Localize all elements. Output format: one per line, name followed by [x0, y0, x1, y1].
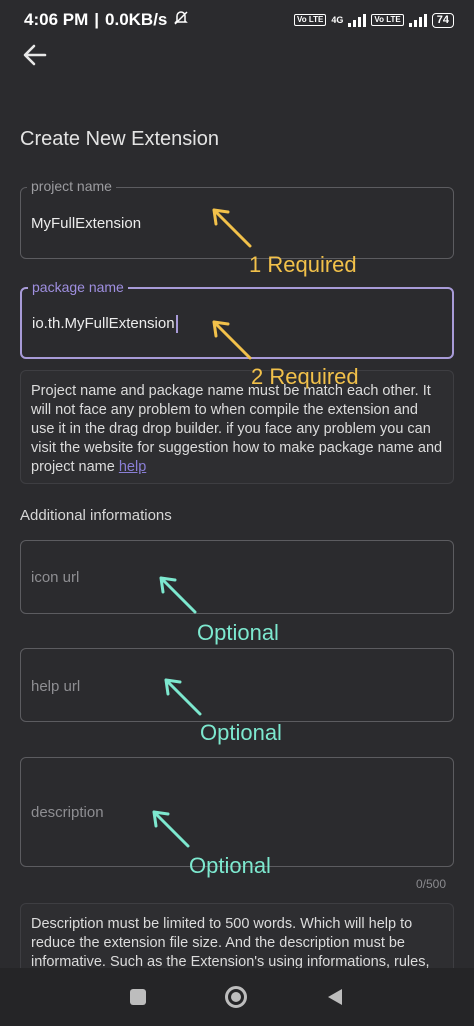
- signal-icon-2: [408, 13, 427, 27]
- annotation-arrow-icon: [212, 320, 252, 360]
- arrow-left-icon: [23, 44, 47, 66]
- status-speed: 0.0KB/s: [105, 10, 168, 29]
- package-name-value: io.th.MyFullExtension: [32, 315, 175, 332]
- page-title: Create New Extension: [20, 128, 219, 150]
- description-info-box: Description must be limited to 500 words…: [20, 903, 454, 969]
- battery-icon: 74: [431, 12, 454, 28]
- annotation-arrow-icon: [164, 678, 202, 716]
- recents-square-icon[interactable]: [129, 989, 146, 1005]
- description-counter: 0/500: [415, 877, 446, 891]
- annotation-arrow-icon: [212, 208, 252, 248]
- additional-info-heading: Additional informations: [20, 507, 172, 524]
- description-placeholder: description: [31, 804, 104, 821]
- package-name-label: package name: [28, 279, 128, 295]
- status-right: Vo LTE 4G Vo LTE 74: [293, 12, 454, 28]
- optional-1-annotation: Optional: [197, 620, 279, 645]
- volte-badge-1: Vo LTE: [293, 14, 327, 26]
- signal-icon: [348, 13, 367, 27]
- package-name-input: io.th.MyFullExtension: [32, 315, 178, 334]
- help-link[interactable]: help: [119, 459, 146, 475]
- home-circle-icon[interactable]: [224, 986, 247, 1008]
- description-field[interactable]: description: [20, 757, 454, 867]
- status-left: 4:06 PM | 0.0KB/s: [24, 10, 189, 31]
- mute-icon: [173, 10, 189, 31]
- optional-3-annotation: Optional: [189, 853, 271, 878]
- annotation-arrow-icon: [152, 810, 190, 848]
- volte-badge-2: Vo LTE: [371, 14, 404, 26]
- navigation-bar: [0, 968, 474, 1026]
- optional-2-annotation: Optional: [200, 720, 282, 745]
- status-time: 4:06 PM: [24, 10, 89, 29]
- status-separator: |: [94, 10, 100, 29]
- project-name-value: MyFullExtension: [31, 215, 142, 232]
- network-type: 4G: [331, 15, 344, 25]
- status-bar: 4:06 PM | 0.0KB/s Vo LTE 4G Vo LTE 74: [0, 0, 474, 40]
- icon-url-field[interactable]: icon url: [20, 540, 454, 614]
- required-2-annotation: 2 Required: [251, 364, 359, 389]
- help-url-placeholder: help url: [31, 678, 81, 695]
- back-triangle-icon[interactable]: [326, 987, 344, 1007]
- project-name-label: project name: [27, 178, 116, 194]
- icon-url-placeholder: icon url: [31, 569, 80, 586]
- required-1-annotation: 1 Required: [249, 252, 357, 277]
- help-url-field[interactable]: help url: [20, 648, 454, 722]
- text-caret: [175, 315, 178, 334]
- annotation-arrow-icon: [159, 576, 197, 614]
- back-button[interactable]: [20, 40, 50, 70]
- name-info-text: Project name and package name must be ma…: [31, 383, 443, 475]
- name-info-box: Project name and package name must be ma…: [20, 370, 454, 484]
- description-info-text: Description must be limited to 500 words…: [31, 916, 430, 969]
